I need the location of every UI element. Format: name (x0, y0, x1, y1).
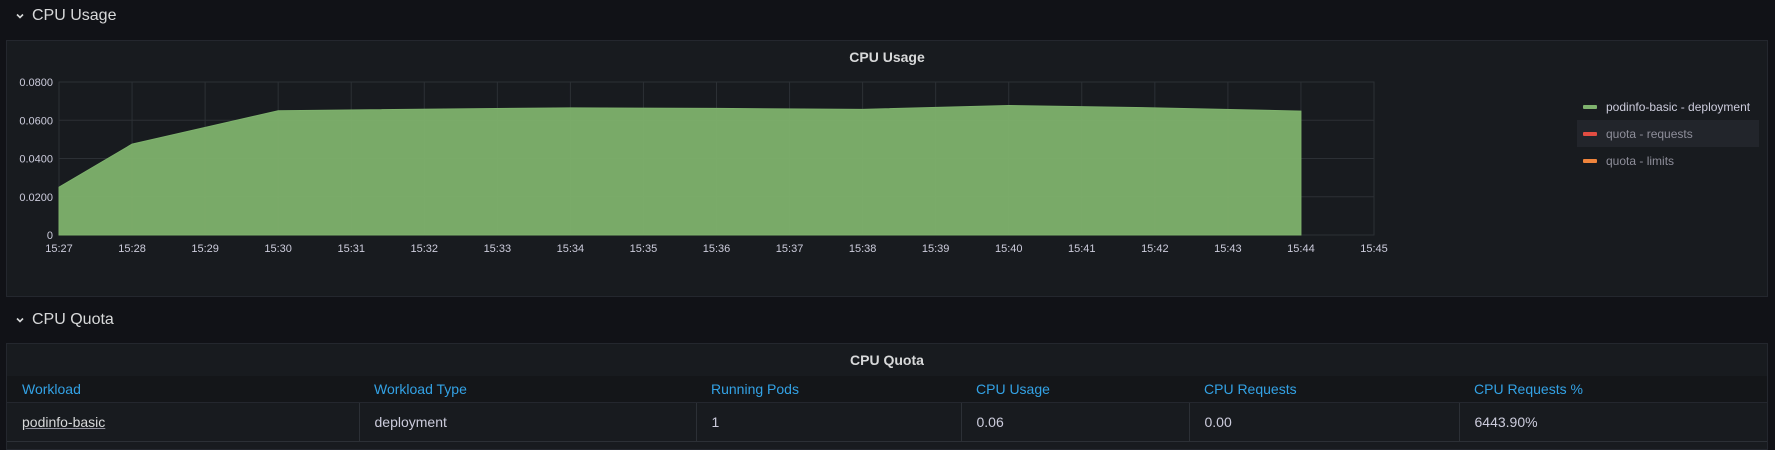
table-header-row: Workload Workload Type Running Pods CPU … (7, 376, 1767, 403)
legend-label: podinfo-basic - deployment (1606, 99, 1751, 114)
column-header-workload[interactable]: Workload (7, 376, 359, 403)
row-title: CPU Quota (32, 311, 114, 328)
column-header-running-pods[interactable]: Running Pods (696, 376, 961, 403)
legend-item-quota-limits[interactable]: quota - limits (1577, 147, 1759, 174)
chevron-down-icon (16, 13, 24, 19)
x-tick-label: 15:40 (995, 243, 1023, 255)
x-tick-label: 15:37 (776, 243, 804, 255)
legend-label: quota - limits (1606, 153, 1675, 168)
cell-workload-type: deployment (359, 402, 697, 442)
chevron-down-icon (16, 317, 24, 323)
x-tick-label: 15:27 (45, 243, 73, 255)
x-tick-label: 15:36 (703, 243, 731, 255)
x-tick-label: 15:42 (1141, 243, 1169, 255)
legend-swatch (1583, 158, 1597, 163)
x-tick-label: 15:39 (922, 243, 950, 255)
legend-label: quota - requests (1606, 126, 1693, 141)
y-tick-label: 0.0600 (19, 115, 53, 127)
quota-table: Workload Workload Type Running Pods CPU … (7, 376, 1767, 442)
cpu-quota-panel: CPU Quota Workload Workload Type Running… (6, 343, 1768, 450)
column-header-cpu-usage[interactable]: CPU Usage (961, 376, 1189, 403)
legend-swatch (1583, 131, 1597, 136)
column-header-cpu-requests[interactable]: CPU Requests (1189, 376, 1459, 403)
x-tick-label: 15:38 (849, 243, 877, 255)
x-tick-label: 15:35 (630, 243, 658, 255)
x-tick-label: 15:34 (557, 243, 585, 255)
x-tick-label: 15:31 (337, 243, 365, 255)
y-tick-label: 0.0200 (19, 192, 53, 204)
legend-swatch (1583, 104, 1597, 109)
y-tick-label: 0 (47, 230, 53, 242)
cell-cpu-usage: 0.06 (961, 402, 1190, 442)
panel-title[interactable]: CPU Quota (7, 344, 1767, 376)
legend-item-deployment[interactable]: podinfo-basic - deployment (1577, 93, 1759, 120)
legend-item-quota-requests[interactable]: quota - requests (1577, 120, 1759, 147)
series-area (58, 105, 1302, 236)
x-tick-label: 15:29 (191, 243, 219, 255)
x-tick-label: 15:45 (1360, 243, 1388, 255)
chart-legend: podinfo-basic - deployment quota - reque… (1577, 93, 1759, 174)
cell-cpu-requests-pct: 6443.90% (1459, 402, 1767, 442)
x-tick-label: 15:28 (118, 243, 146, 255)
cell-workload: podinfo-basic (7, 402, 360, 442)
row-header-cpu-usage[interactable]: CPU Usage (14, 1, 116, 31)
cpu-usage-chart[interactable]: 0 0.0200 0.0400 0.0600 0.0800 15:27 15:28 15:29… (7, 41, 1567, 298)
row-title: CPU Usage (32, 7, 117, 24)
cell-cpu-requests: 0.00 (1189, 402, 1460, 442)
column-header-workload-type[interactable]: Workload Type (359, 376, 696, 403)
x-tick-label: 15:30 (264, 243, 292, 255)
x-tick-label: 15:32 (411, 243, 439, 255)
cpu-usage-panel: CPU Usage 0 0.0200 0.0400 0.0600 0.0800 15:27… (6, 40, 1768, 297)
workload-link[interactable]: podinfo-basic (22, 414, 105, 430)
x-tick-label: 15:41 (1068, 243, 1096, 255)
table-row: podinfo-basic deployment 1 0.06 0.00 644… (7, 402, 1767, 442)
x-tick-label: 15:44 (1287, 243, 1315, 255)
cell-running-pods: 1 (696, 402, 962, 442)
y-tick-label: 0.0400 (19, 154, 53, 166)
column-header-cpu-requests-pct[interactable]: CPU Requests % (1459, 376, 1767, 403)
x-tick-label: 15:33 (484, 243, 512, 255)
x-tick-label: 15:43 (1214, 243, 1242, 255)
y-tick-label: 0.0800 (19, 77, 53, 89)
row-header-cpu-quota[interactable]: CPU Quota (14, 305, 114, 335)
